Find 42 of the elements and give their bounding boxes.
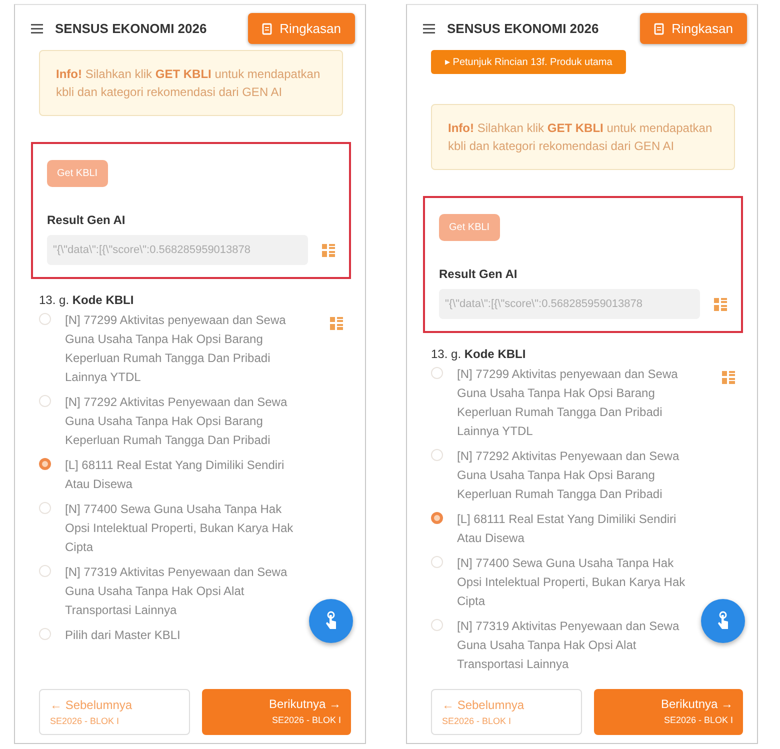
result-field[interactable]: "{\"data\":[{\"score\":0.568285959013878: [439, 289, 700, 319]
app-title: SENSUS EKONOMI 2026: [55, 21, 208, 36]
document-icon: [654, 22, 664, 34]
result-label: Result Gen AI: [439, 267, 518, 281]
grid-icon[interactable]: [322, 244, 335, 256]
result-field[interactable]: "{\"data\":[{\"score\":0.568285959013878: [47, 235, 308, 265]
radio-button[interactable]: [431, 512, 443, 524]
info-message: Info! Silahkan klik GET KBLI untuk mendapatkan kbli dan kategori rekomendasi dari GEN AI: [431, 104, 735, 170]
grid-icon[interactable]: [722, 371, 735, 384]
grid-icon[interactable]: [714, 298, 727, 310]
option-label[interactable]: [N] 77319 Aktivitas Penyewaan dan Sewa Guna Usaha Tanpa Hak Opsi Alat Transportasi Lainnya: [65, 563, 297, 620]
touch-button[interactable]: [309, 599, 353, 643]
question-label: 13. g. Kode KBLI: [39, 293, 135, 307]
next-button[interactable]: Berikutnya → SE2026 - BLOK I: [202, 689, 351, 735]
option-label[interactable]: [L] 68111 Real Estat Yang Dimiliki Sendiri Atau Disewa: [65, 456, 297, 494]
option-label[interactable]: [N] 77292 Aktivitas Penyewaan dan Sewa Guna Usaha Tanpa Hak Opsi Barang Keperluan Rumah Tangga Dan Pribadi: [457, 447, 689, 504]
previous-button[interactable]: ← Sebelumnya SE2026 - BLOK I: [431, 689, 582, 735]
question-label: 13. g. Kode KBLI: [431, 347, 527, 361]
option-label[interactable]: [N] 77299 Aktivitas penyewaan dan Sewa Guna Usaha Tanpa Hak Opsi Barang Keperluan Rumah Tangga Dan Pribadi Lainnya YTDL: [65, 311, 297, 387]
radio-button[interactable]: [39, 458, 51, 470]
hand-pointer-icon: [715, 611, 731, 631]
touch-button[interactable]: [701, 599, 745, 643]
hand-pointer-icon: [323, 611, 339, 631]
grid-icon[interactable]: [330, 317, 343, 330]
summary-button[interactable]: Ringkasan: [640, 13, 747, 44]
result-label: Result Gen AI: [47, 213, 126, 227]
option-label[interactable]: [N] 77319 Aktivitas Penyewaan dan Sewa Guna Usaha Tanpa Hak Opsi Alat Transportasi Lainnya: [457, 617, 689, 674]
option-label[interactable]: [N] 77400 Sewa Guna Usaha Tanpa Hak Opsi Intelektual Properti, Bukan Karya Hak Cipta: [457, 554, 689, 611]
option-label[interactable]: [N] 77299 Aktivitas penyewaan dan Sewa Guna Usaha Tanpa Hak Opsi Barang Keperluan Rumah Tangga Dan Pribadi Lainnya YTDL: [457, 365, 689, 441]
menu-icon[interactable]: [423, 24, 435, 34]
previous-button[interactable]: ← Sebelumnya SE2026 - BLOK I: [39, 689, 190, 735]
summary-button[interactable]: Ringkasan: [248, 13, 355, 44]
app-title: SENSUS EKONOMI 2026: [447, 21, 600, 36]
menu-icon[interactable]: [31, 24, 43, 34]
option-label[interactable]: [N] 77400 Sewa Guna Usaha Tanpa Hak Opsi Intelektual Properti, Bukan Karya Hak Cipta: [65, 500, 297, 557]
document-icon: [262, 22, 272, 34]
option-label[interactable]: [L] 68111 Real Estat Yang Dimiliki Sendiri Atau Disewa: [457, 510, 689, 548]
next-button[interactable]: Berikutnya → SE2026 - BLOK I: [594, 689, 743, 735]
option-label[interactable]: Pilih dari Master KBLI: [65, 626, 297, 645]
guide-button[interactable]: ▸ Petunjuk Rincian 13f. Produk utama: [431, 50, 626, 74]
info-message: Info! Silahkan klik GET KBLI untuk mendapatkan kbli dan kategori rekomendasi dari GEN AI: [39, 50, 343, 116]
option-label[interactable]: [N] 77292 Aktivitas Penyewaan dan Sewa Guna Usaha Tanpa Hak Opsi Barang Keperluan Rumah Tangga Dan Pribadi: [65, 393, 297, 450]
